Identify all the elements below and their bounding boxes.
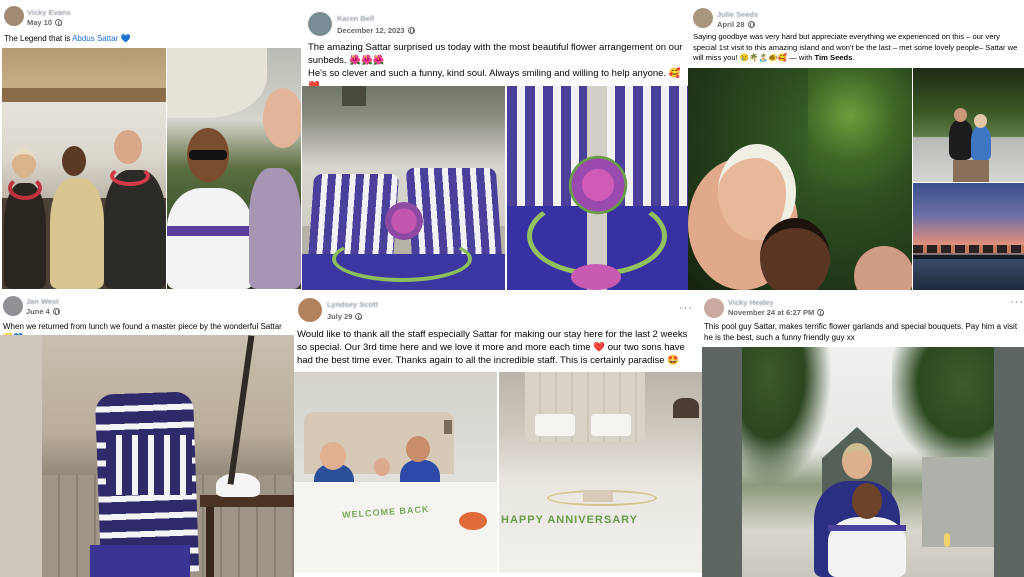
caption-text: The Legend that is: [4, 34, 73, 43]
post-card: Karen Bell December 12, 2023 The amazing…: [302, 0, 688, 290]
caption-text: Saying goodbye was very hard but appreci…: [693, 32, 1018, 62]
post-card: Julie Seeds April 28 Saying goodbye was …: [688, 0, 1024, 290]
post-date[interactable]: April 28: [717, 20, 755, 29]
photo-person-head: [842, 443, 872, 479]
post-photo[interactable]: [913, 183, 1024, 290]
photo-person-head: [320, 442, 346, 470]
photo-person-head: [114, 130, 142, 164]
globe-icon: [55, 19, 63, 26]
post-date-text[interactable]: May 10: [27, 18, 52, 27]
photo-person-head: [852, 483, 882, 519]
post-photo[interactable]: [167, 48, 301, 289]
avatar[interactable]: [693, 8, 713, 28]
post-date[interactable]: December 12, 2023: [337, 26, 415, 35]
author-name[interactable]: Jan West: [26, 297, 59, 306]
post-date-text[interactable]: December 12, 2023: [337, 26, 405, 35]
post-card: Lyndsey Scott July 29 ··· Would like to …: [294, 290, 702, 577]
post-date[interactable]: November 24 at 6:27 PM: [728, 308, 825, 317]
post-date-text[interactable]: November 24 at 6:27 PM: [728, 308, 814, 317]
post-caption: Would like to thank all the staff especi…: [297, 329, 688, 366]
post-photo[interactable]: [702, 347, 1024, 577]
post-photo[interactable]: [688, 68, 912, 290]
avatar[interactable]: [298, 298, 322, 322]
post-date[interactable]: May 10: [27, 18, 63, 27]
post-card: Vicky Evans May 10 The Legend that is Ab…: [0, 0, 302, 290]
avatar[interactable]: [704, 298, 724, 318]
post-photo[interactable]: [0, 335, 294, 577]
photo-person: [167, 188, 253, 289]
photo-person-head: [974, 114, 987, 128]
photo-person-head: [406, 436, 430, 462]
globe-icon: [407, 27, 415, 34]
caption-mention-link[interactable]: Abdus Sattar: [72, 34, 118, 43]
photo-person: [104, 170, 166, 289]
post-photo[interactable]: HAPPY ANNIVERSARY: [499, 372, 702, 573]
photo-person-head: [12, 148, 36, 178]
post-photo[interactable]: [507, 86, 688, 290]
globe-icon: [52, 308, 60, 315]
photo-person-head: [760, 218, 830, 290]
photo-person-head: [854, 246, 912, 290]
caption-emoji: 💙: [118, 34, 131, 43]
post-caption: The Legend that is Abdus Sattar 💙: [4, 33, 294, 44]
globe-icon: [355, 313, 363, 320]
author-name[interactable]: Julie Seeds: [717, 10, 758, 19]
globe-icon: [747, 21, 755, 28]
post-date[interactable]: July 29: [327, 312, 363, 321]
more-options-button[interactable]: ···: [679, 302, 693, 314]
photo-person-head: [954, 108, 967, 122]
avatar[interactable]: [3, 296, 23, 316]
post-date-text[interactable]: April 28: [717, 20, 745, 29]
author-name[interactable]: Karen Bell: [337, 14, 374, 23]
post-card: Vicky Healey November 24 at 6:27 PM ··· …: [702, 290, 1024, 577]
avatar[interactable]: [4, 6, 24, 26]
post-photo[interactable]: [2, 48, 166, 289]
post-photo[interactable]: WELCOME BACK: [294, 372, 497, 573]
post-card: Jan West June 4 When we returned from lu…: [0, 290, 294, 577]
post-caption: Saying goodbye was very hard but appreci…: [693, 32, 1023, 64]
photo-person: [50, 178, 104, 289]
post-photo[interactable]: [913, 68, 1024, 182]
post-date-text[interactable]: July 29: [327, 312, 352, 321]
photo-person-head: [374, 458, 390, 476]
post-date-text[interactable]: June 4: [26, 307, 50, 316]
photo-person-head: [263, 88, 301, 148]
post-photo[interactable]: [302, 86, 505, 290]
photo-person: [971, 126, 991, 162]
post-date[interactable]: June 4: [26, 307, 60, 316]
photo-person: [249, 168, 301, 289]
author-name[interactable]: Vicky Evans: [27, 8, 71, 17]
tagged-person-link[interactable]: Tim Seeds: [815, 53, 853, 62]
author-name[interactable]: Lyndsey Scott: [327, 300, 378, 309]
bed-decoration-text: HAPPY ANNIVERSARY: [501, 514, 639, 526]
photo-person: [949, 120, 973, 160]
avatar[interactable]: [308, 12, 332, 36]
author-name[interactable]: Vicky Healey: [728, 298, 774, 307]
photo-person-head: [62, 146, 86, 176]
caption-end: .: [852, 53, 855, 62]
post-caption: This pool guy Sattar, makes terrific flo…: [704, 322, 1018, 342]
globe-icon: [817, 309, 825, 316]
more-options-button[interactable]: ···: [1010, 296, 1024, 308]
